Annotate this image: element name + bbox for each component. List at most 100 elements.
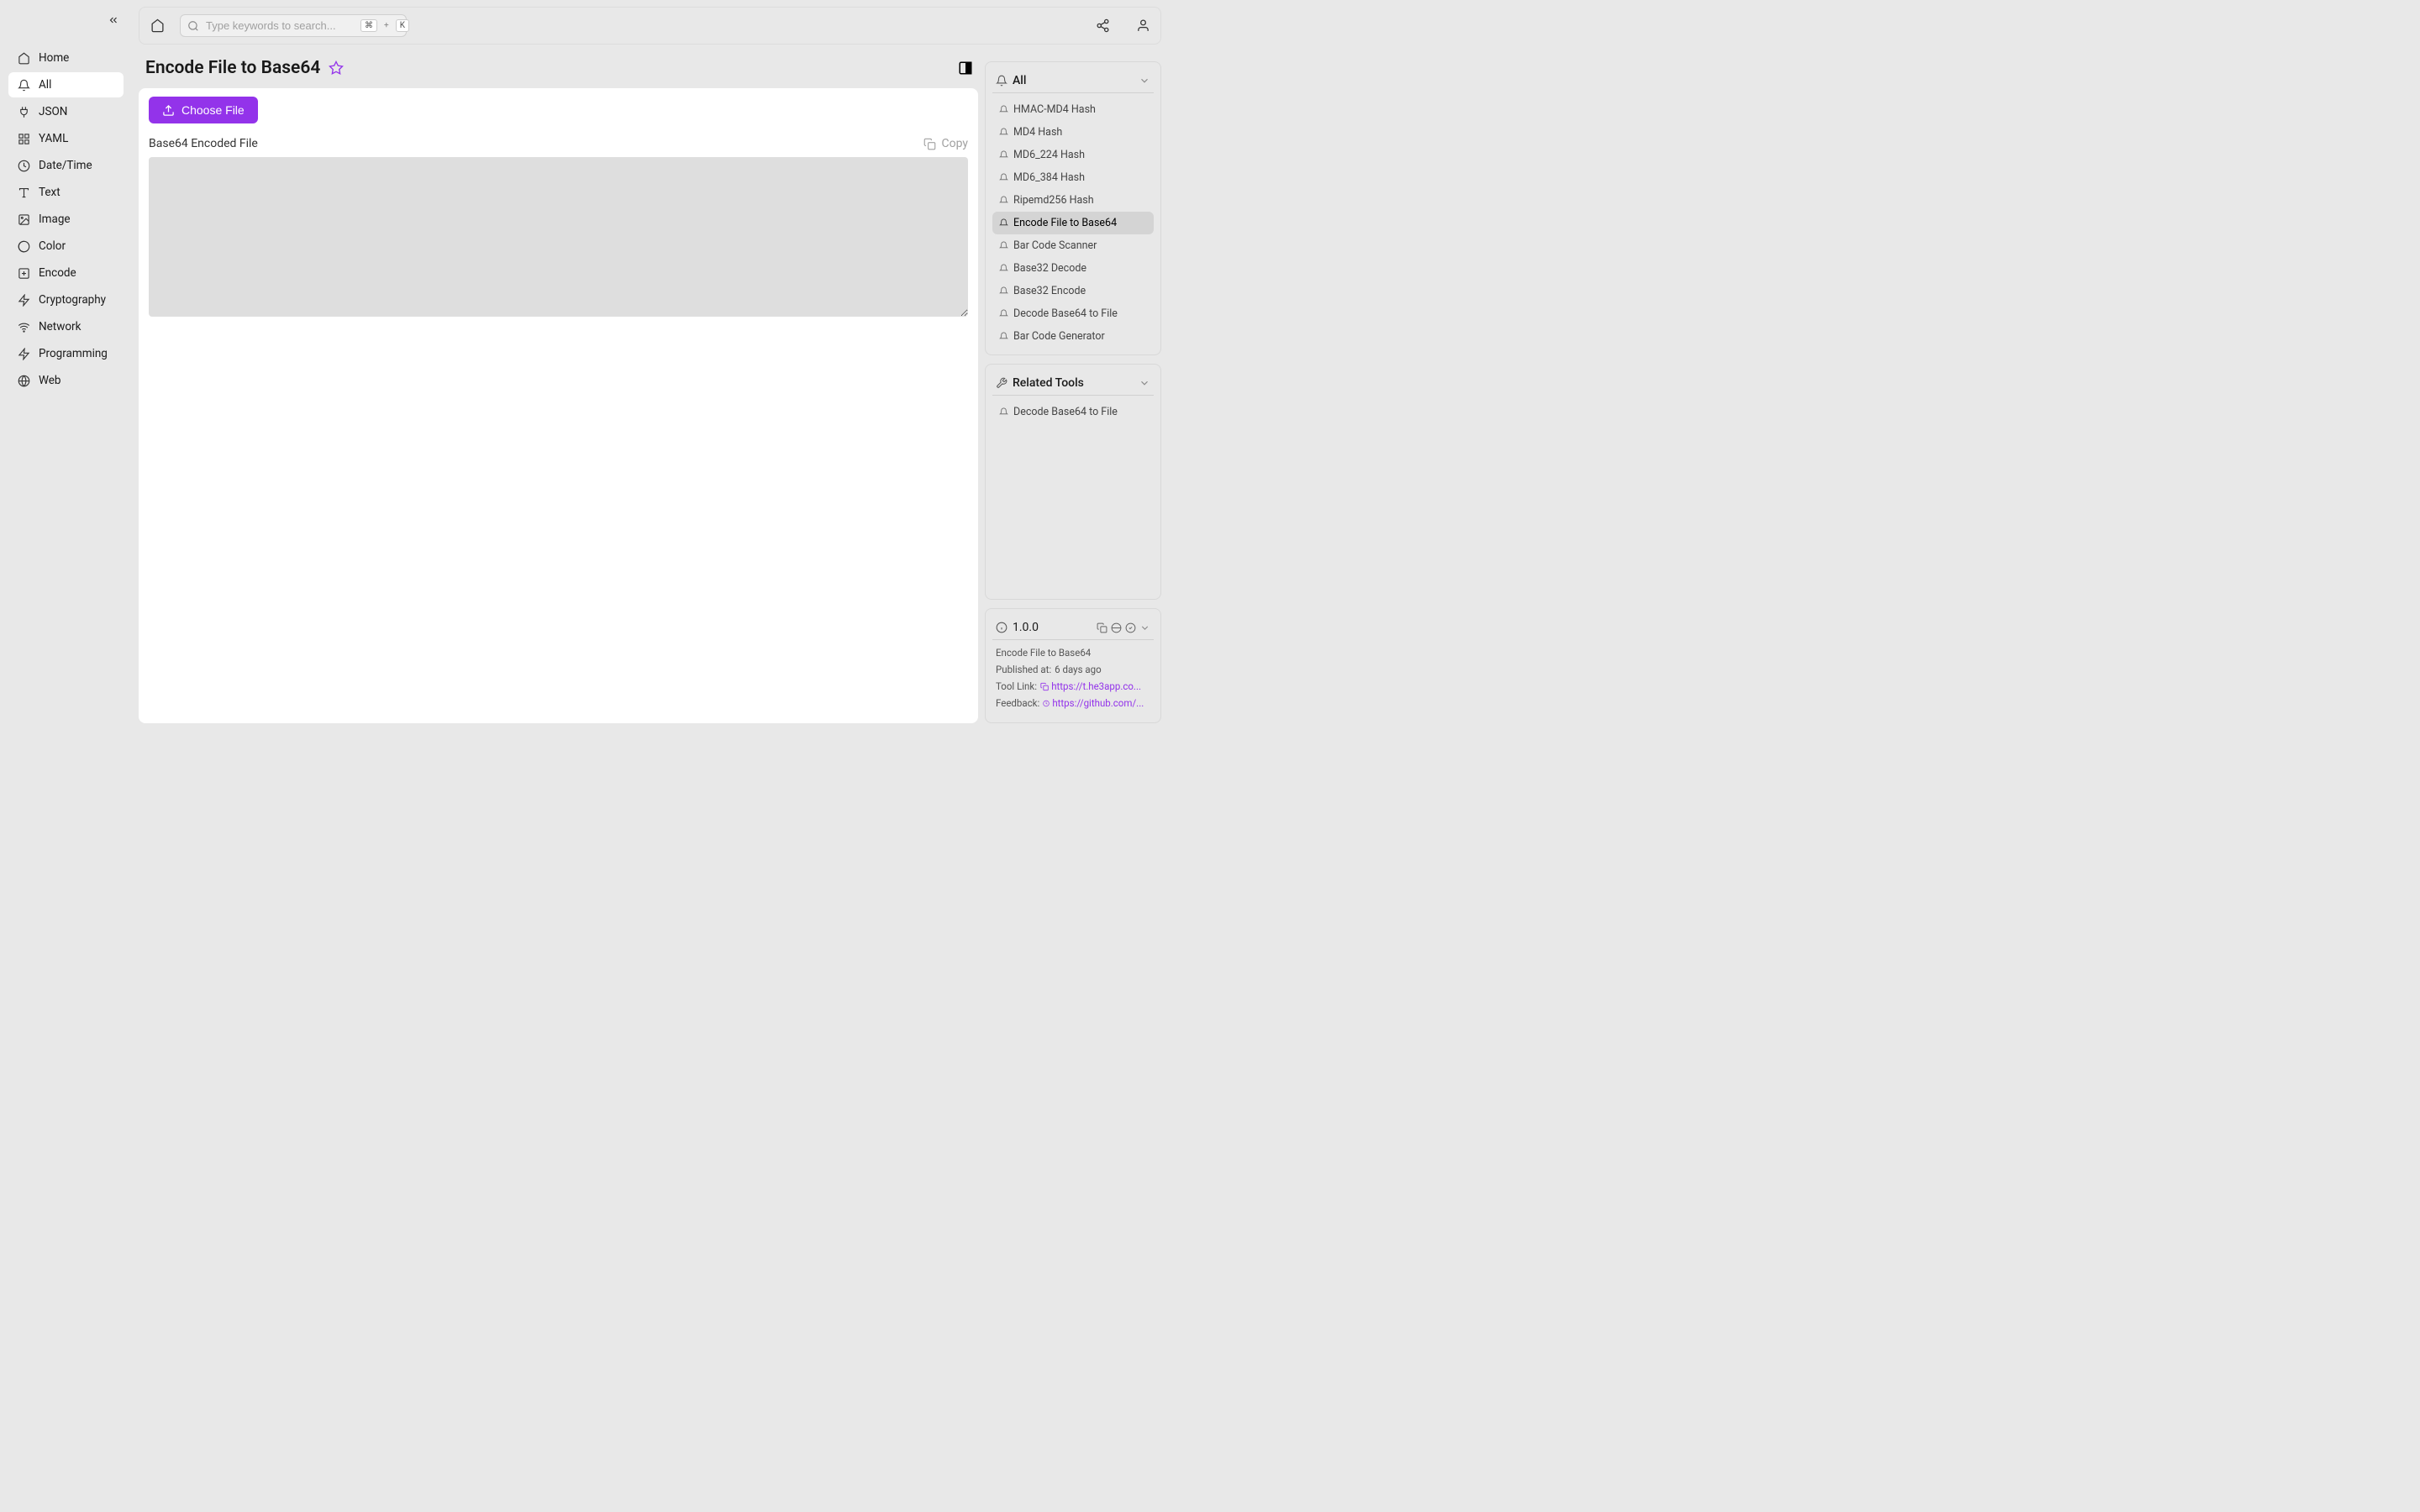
tool-item[interactable]: Encode File to Base64 [992, 212, 1154, 234]
related-tools-list: Decode Base64 to File [992, 401, 1154, 592]
tool-item[interactable]: Bar Code Scanner [992, 234, 1154, 257]
bell-icon [999, 309, 1008, 318]
topbar: ⌘ + K [139, 7, 1161, 45]
sidebar-item-home[interactable]: Home [8, 45, 124, 71]
tool-item[interactable]: HMAC-MD4 Hash [992, 98, 1154, 121]
wifi-icon [17, 320, 30, 333]
tool-item[interactable]: Bar Code Generator [992, 325, 1154, 348]
sidebar-item-datetime[interactable]: Date/Time [8, 153, 124, 178]
sidebar-item-json[interactable]: JSON [8, 99, 124, 124]
page-title: Encode File to Base64 [145, 58, 320, 78]
tool-item-label: MD6_224 Hash [1013, 149, 1085, 161]
bell-icon [999, 218, 1008, 228]
tool-item[interactable]: Base32 Encode [992, 280, 1154, 302]
all-tools-header[interactable]: All [992, 69, 1154, 93]
swap-icon [17, 266, 30, 280]
topbar-home-button[interactable] [150, 18, 165, 34]
search-box[interactable]: ⌘ + K [180, 14, 407, 37]
globe-icon[interactable] [1111, 622, 1122, 633]
user-button[interactable] [1135, 18, 1150, 34]
chevron-down-icon [1139, 75, 1150, 87]
search-input[interactable] [206, 19, 354, 32]
bell-icon [999, 196, 1008, 205]
tool-item-label: MD4 Hash [1013, 126, 1062, 139]
sidebar-item-label: JSON [39, 105, 67, 118]
tool-link[interactable]: https://t.he3app.co... [1040, 680, 1141, 692]
share-button[interactable] [1095, 18, 1110, 34]
tool-item-label: Base32 Encode [1013, 285, 1086, 297]
tool-item-label: Ripemd256 Hash [1013, 194, 1094, 207]
sidebar-item-label: Cryptography [39, 293, 106, 307]
check-icon[interactable] [1125, 622, 1136, 633]
sidebar-item-text[interactable]: Text [8, 180, 124, 205]
sidebar-item-programming[interactable]: Programming [8, 341, 124, 366]
copy-icon[interactable] [1097, 622, 1107, 633]
favorite-button[interactable] [329, 60, 344, 76]
tool-item[interactable]: Base32 Decode [992, 257, 1154, 280]
home-icon [17, 51, 30, 65]
tool-item[interactable]: Ripemd256 Hash [992, 189, 1154, 212]
image-icon [17, 213, 30, 226]
bell-icon [999, 241, 1008, 250]
sidebar-item-network[interactable]: Network [8, 314, 124, 339]
tool-item[interactable]: Decode Base64 to File [992, 302, 1154, 325]
tool-item[interactable]: MD6_384 Hash [992, 166, 1154, 189]
bell-icon [999, 173, 1008, 182]
sidebar-item-encode[interactable]: Encode [8, 260, 124, 286]
sidebar-item-label: Text [39, 186, 60, 199]
sidebar-item-label: Programming [39, 347, 108, 360]
copy-button[interactable]: Copy [923, 137, 968, 150]
bell-icon [999, 332, 1008, 341]
kbd-cmd: ⌘ [360, 19, 377, 32]
bell-icon [999, 264, 1008, 273]
sidebar-item-label: Image [39, 213, 71, 226]
lightning-icon [17, 347, 30, 360]
sidebar-item-label: Encode [39, 266, 76, 280]
panel-toggle-button[interactable] [958, 60, 973, 76]
tool-item-label: Bar Code Generator [1013, 330, 1105, 343]
tool-item-label: Decode Base64 to File [1013, 307, 1118, 320]
tool-item-label: Encode File to Base64 [1013, 217, 1117, 229]
sidebar-item-color[interactable]: Color [8, 234, 124, 259]
feedback-link[interactable]: https://github.com/... [1043, 697, 1144, 709]
tool-item-label: Base32 Decode [1013, 262, 1086, 275]
published-label: Published at: [996, 664, 1051, 675]
tool-item[interactable]: MD6_224 Hash [992, 144, 1154, 166]
sidebar-item-label: All [39, 78, 51, 92]
sidebar-item-label: Date/Time [39, 159, 92, 172]
all-tools-list[interactable]: HMAC-MD4 Hash MD4 Hash MD6_224 Hash MD6_… [992, 98, 1154, 348]
sidebar-item-web[interactable]: Web [8, 368, 124, 393]
wrench-icon [996, 377, 1007, 389]
sidebar-item-image[interactable]: Image [8, 207, 124, 232]
info-tool-name: Encode File to Base64 [996, 647, 1150, 659]
sidebar: Home All JSON YAML Date/Time Text Image [0, 0, 132, 730]
output-textarea[interactable] [149, 157, 968, 317]
tool-item-label: MD6_384 Hash [1013, 171, 1085, 184]
upload-icon [162, 104, 175, 117]
tool-panel: Encode File to Base64 Choose File Base64… [139, 48, 978, 723]
chevron-down-icon[interactable] [1139, 622, 1150, 633]
bell-icon [999, 286, 1008, 296]
palette-icon [17, 239, 30, 253]
related-tools-header[interactable]: Related Tools [992, 371, 1154, 396]
chevron-down-icon [1139, 377, 1150, 389]
output-label: Base64 Encoded File [149, 137, 258, 150]
bell-icon [999, 128, 1008, 137]
sidebar-item-label: Home [39, 51, 69, 65]
kbd-k: K [396, 19, 409, 32]
tool-item[interactable]: Decode Base64 to File [992, 401, 1154, 423]
tool-item-label: HMAC-MD4 Hash [1013, 103, 1096, 116]
choose-file-button[interactable]: Choose File [149, 97, 258, 123]
tool-item-label: Bar Code Scanner [1013, 239, 1097, 252]
sidebar-item-yaml[interactable]: YAML [8, 126, 124, 151]
copy-icon [923, 138, 936, 150]
tool-item[interactable]: MD4 Hash [992, 121, 1154, 144]
search-icon [187, 20, 199, 32]
choose-file-label: Choose File [182, 103, 245, 117]
sidebar-item-all[interactable]: All [8, 72, 124, 97]
sidebar-item-label: Web [39, 374, 61, 387]
right-panel: All HMAC-MD4 Hash MD4 Hash MD6_224 Hash … [985, 61, 1161, 723]
sidebar-collapse-button[interactable] [107, 13, 120, 27]
sidebar-item-cryptography[interactable]: Cryptography [8, 287, 124, 312]
clock-icon [17, 159, 30, 172]
